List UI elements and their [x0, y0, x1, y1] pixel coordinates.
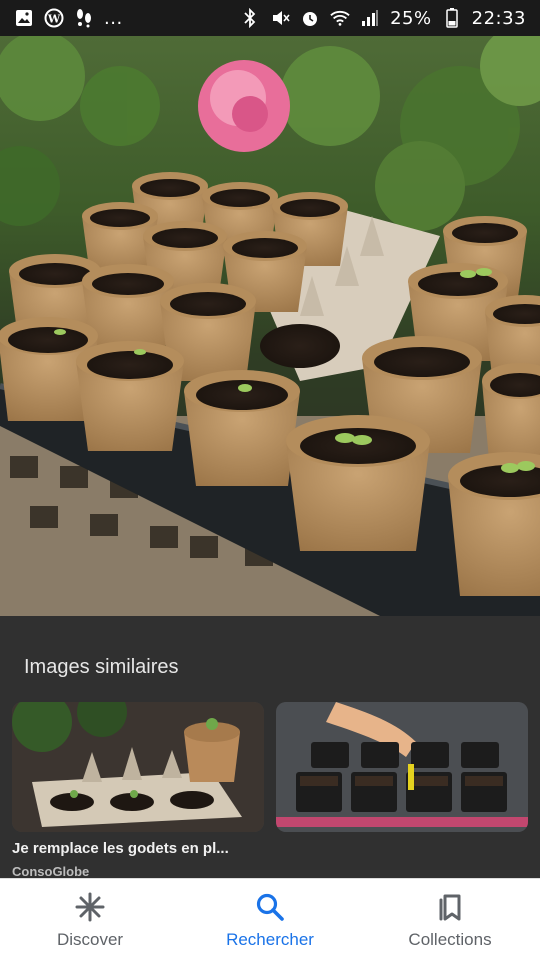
wordpress-icon: W [44, 8, 64, 28]
nav-search[interactable]: Rechercher [185, 890, 355, 950]
nav-collections[interactable]: Collections [365, 890, 535, 950]
status-left: W ... [14, 8, 123, 29]
asterisk-icon [73, 890, 107, 924]
bluetooth-icon [240, 8, 260, 28]
bookmarks-icon [433, 890, 467, 924]
svg-text:W: W [47, 13, 61, 26]
bottom-nav: Discover Rechercher Collections [0, 878, 540, 960]
status-time: 22:33 [471, 7, 526, 29]
wifi-icon [330, 8, 350, 28]
status-bar: W ... 25% 22:33 [0, 0, 540, 36]
signal-icon [360, 8, 380, 28]
mute-icon [270, 8, 290, 28]
status-more: ... [104, 7, 123, 29]
seedling-pots-photo [0, 36, 540, 616]
app-root: W ... 25% 22:33 Images similaires Je rem… [0, 0, 540, 960]
nav-label-discover: Discover [56, 929, 124, 949]
similar-source-1: ConsoGlobe [12, 864, 90, 878]
similar-images-title: Images similaires [24, 656, 179, 678]
gallery-icon [14, 8, 34, 28]
nav-discover[interactable]: Discover [5, 890, 175, 950]
similar-images-panel: Images similaires Je remplace les godets… [0, 616, 540, 878]
battery-icon [442, 8, 462, 28]
nav-label-collections: Collections [408, 929, 492, 949]
similar-caption-1[interactable]: Je remplace les godets en pl... [12, 840, 252, 857]
hero-image[interactable] [0, 36, 540, 616]
similar-thumb-1[interactable] [12, 702, 264, 832]
alarm-icon [300, 8, 320, 28]
seed-tray-planting-thumbnail [276, 702, 528, 832]
battery-percent: 25% [390, 7, 432, 29]
similar-thumb-2[interactable] [276, 702, 528, 832]
status-right: 25% 22:33 [240, 8, 526, 29]
egg-carton-seedlings-thumbnail [12, 702, 264, 832]
footprint-icon [74, 8, 94, 28]
nav-label-search: Rechercher [226, 929, 314, 949]
search-icon [253, 890, 287, 924]
